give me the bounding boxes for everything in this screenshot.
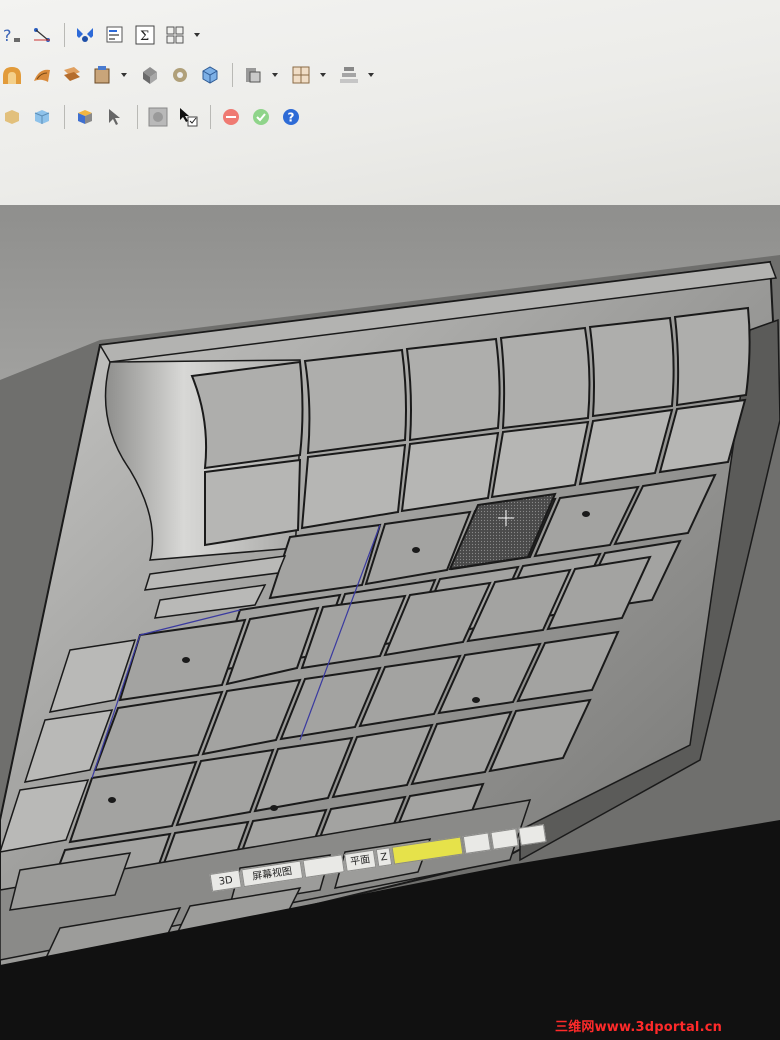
toolbar-separator [64, 23, 65, 47]
view-mode-button[interactable]: 3D [209, 869, 242, 892]
surface-icon[interactable] [30, 63, 54, 87]
toolbar-row-3: ? [0, 100, 309, 134]
dropdown-arrow-icon[interactable] [120, 63, 128, 87]
key[interactable] [673, 306, 751, 407]
dropdown-arrow-icon[interactable] [319, 63, 327, 87]
screenshot: ? Σ ? 3D 屏幕视图 平面 Z 三维网www.3dportal.cn [0, 0, 780, 1040]
part-icon[interactable] [168, 63, 192, 87]
tools-icon[interactable] [73, 23, 97, 47]
watermark: 三维网www.3dportal.cn [555, 1020, 723, 1035]
svg-text:?: ? [3, 26, 12, 45]
line-style-button[interactable] [462, 832, 492, 855]
key[interactable] [303, 348, 407, 455]
dropdown-arrow-icon[interactable] [367, 63, 375, 87]
svg-text:Σ: Σ [140, 29, 149, 44]
key[interactable] [588, 316, 675, 418]
stack-icon[interactable] [289, 63, 313, 87]
layout-grid-icon[interactable] [163, 23, 187, 47]
key[interactable] [499, 326, 591, 430]
pen-button[interactable] [518, 824, 547, 846]
color-cube-icon[interactable] [73, 105, 97, 129]
box-blue-icon[interactable] [30, 105, 54, 129]
arch-icon[interactable] [0, 63, 24, 87]
color-button[interactable] [490, 828, 519, 850]
dropdown-arrow-icon[interactable] [193, 23, 201, 47]
key[interactable] [190, 360, 304, 470]
dropdown-arrow-icon[interactable] [271, 63, 279, 87]
distance-icon[interactable] [30, 23, 54, 47]
section-icon[interactable] [241, 63, 265, 87]
svg-text:?: ? [288, 111, 295, 125]
plane-label[interactable]: 平面 [344, 849, 377, 872]
toolbar-row-1: ? Σ [0, 18, 211, 52]
properties-icon[interactable] [103, 23, 127, 47]
ok-icon[interactable] [249, 105, 273, 129]
key[interactable] [204, 458, 302, 547]
stop-icon[interactable] [219, 105, 243, 129]
axis-label: Z [375, 847, 393, 868]
select-icon[interactable] [176, 105, 200, 129]
key[interactable] [490, 420, 590, 499]
sum-icon[interactable]: Σ [133, 23, 157, 47]
toolbar-separator [210, 105, 211, 129]
help-icon[interactable]: ? [279, 105, 303, 129]
toolbar-separator [232, 63, 233, 87]
key[interactable] [400, 431, 500, 513]
layers-stack-icon[interactable] [337, 63, 361, 87]
pointer-icon[interactable] [103, 105, 127, 129]
toolbar: ? Σ ? [0, 0, 780, 205]
key[interactable] [405, 337, 501, 442]
toolbar-row-2 [0, 58, 385, 92]
tag-icon[interactable] [90, 63, 114, 87]
render-icon[interactable] [146, 105, 170, 129]
toolbar-separator [64, 105, 65, 129]
layer-icon[interactable] [60, 63, 84, 87]
cube-icon[interactable] [198, 63, 222, 87]
box-icon[interactable] [0, 105, 24, 129]
help-query-icon[interactable]: ? [0, 23, 24, 47]
toolbar-separator [137, 105, 138, 129]
mesh-icon[interactable] [138, 63, 162, 87]
